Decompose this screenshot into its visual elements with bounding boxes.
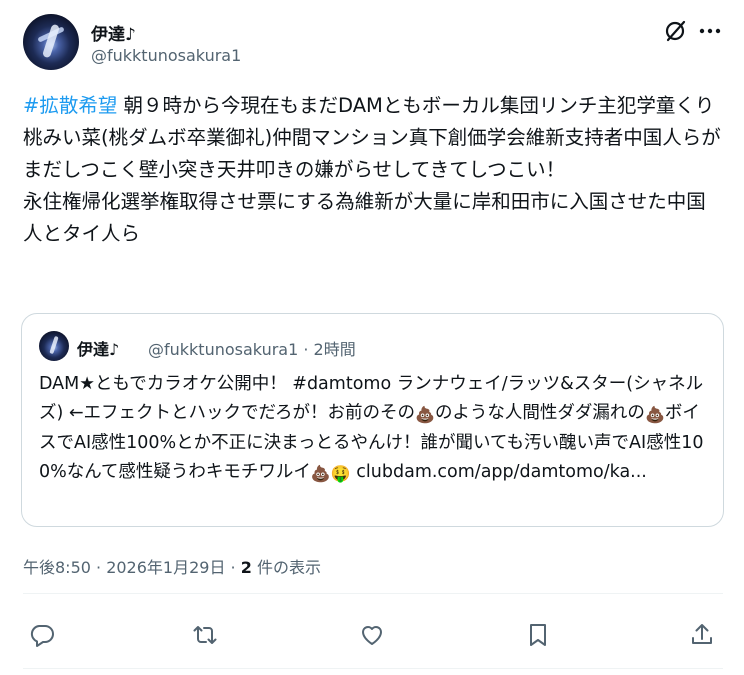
tweet-text: #拡散希望 朝９時から今現在もまだDAMともボーカル集団リンチ主犯学童くり桃みい… [23, 90, 723, 250]
quoted-display-name: 伊達♪ [77, 340, 120, 359]
poop-emoji: 💩 [310, 464, 331, 483]
like-icon[interactable] [359, 622, 387, 650]
views-label: 件の表示 [251, 558, 321, 577]
quoted-link[interactable]: clubdam.com/app/damtomo/ka... [351, 462, 647, 482]
share-icon[interactable] [689, 622, 717, 650]
reply-icon[interactable] [29, 622, 57, 650]
avatar[interactable] [23, 14, 79, 70]
quoted-text: DAM★ともでカラオケ公開中！ #damtomo ランナウェイ/ラッツ&スター(… [39, 370, 709, 488]
hashtag-link[interactable]: #拡散希望 [23, 94, 117, 117]
poop-emoji: 💩 [644, 405, 665, 424]
more-icon[interactable] [697, 18, 723, 44]
divider [23, 668, 723, 669]
quoted-avatar [39, 331, 69, 361]
handle[interactable]: @fukktunosakura1 [91, 46, 241, 65]
grok-icon[interactable] [663, 18, 689, 44]
bookmark-icon[interactable] [525, 622, 553, 650]
views-count: 2 [240, 558, 252, 577]
tweet-header: 伊達♪ @fukktunosakura1 [23, 14, 723, 72]
poop-emoji: 💩 [415, 405, 435, 424]
time-link[interactable]: 午後8:50 · 2026年1月29日 · [23, 558, 241, 577]
tweet-body: 朝９時から今現在もまだDAMともボーカル集団リンチ主犯学童くり桃みい菜(桃ダムボ… [23, 94, 721, 245]
display-name[interactable]: 伊達♪ [91, 20, 136, 45]
retweet-icon[interactable] [192, 622, 220, 650]
quoted-tweet[interactable]: 伊達♪ @fukktunosakura1 · 2時間 DAM★ともでカラオケ公開… [21, 313, 724, 527]
action-bar [23, 622, 723, 652]
quoted-text-part: のような人間性ダダ漏れの [434, 403, 645, 423]
money-face-emoji: 🤑 [330, 464, 351, 483]
divider [23, 593, 723, 594]
timestamp: 午後8:50 · 2026年1月29日 · 2 件の表示 [23, 554, 321, 578]
quoted-meta: @fukktunosakura1 · 2時間 [148, 340, 356, 359]
